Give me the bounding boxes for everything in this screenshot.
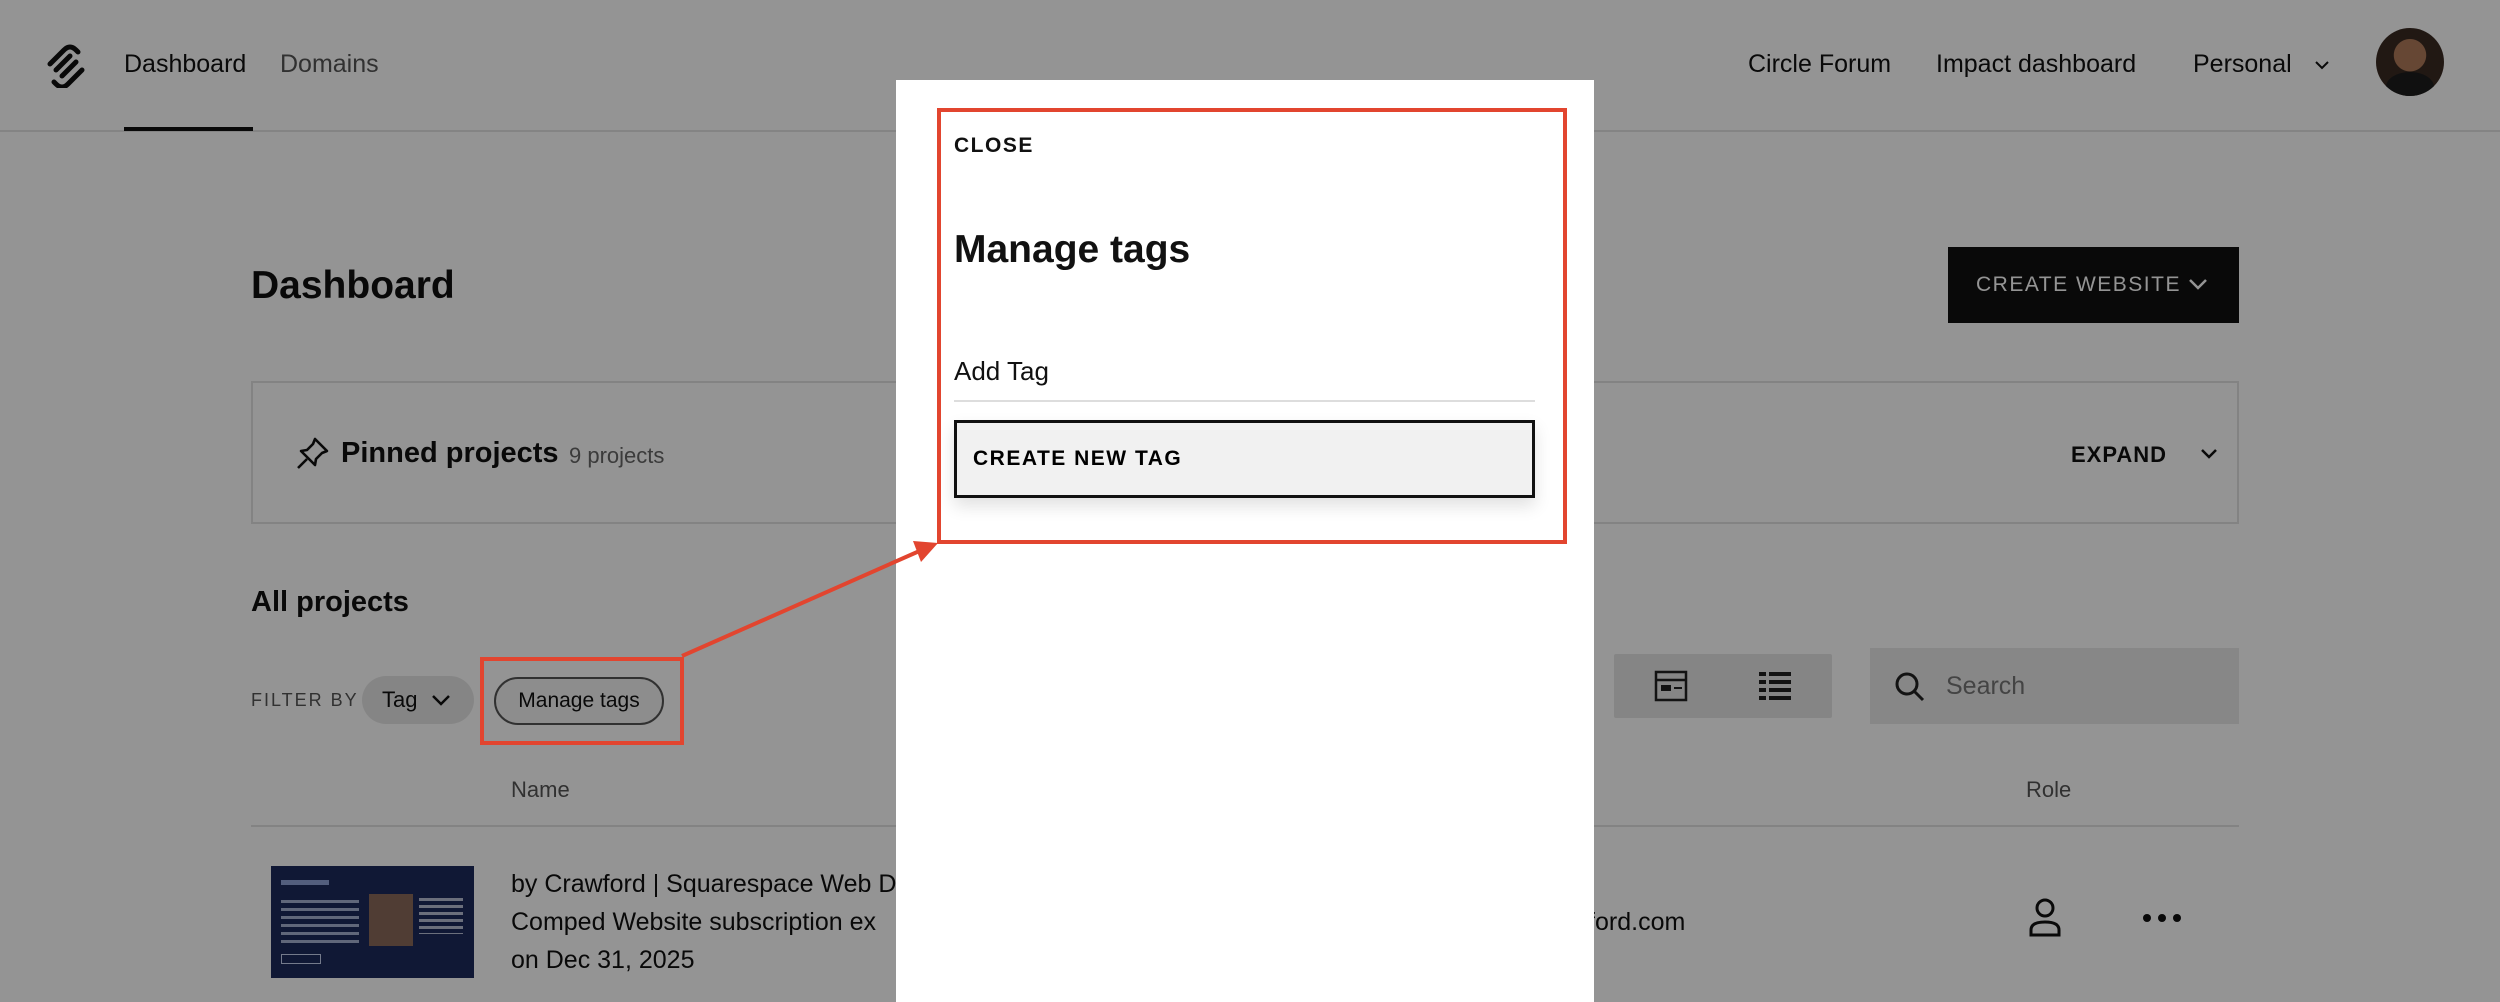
highlight-box bbox=[480, 657, 684, 745]
highlight-box bbox=[937, 108, 1567, 544]
